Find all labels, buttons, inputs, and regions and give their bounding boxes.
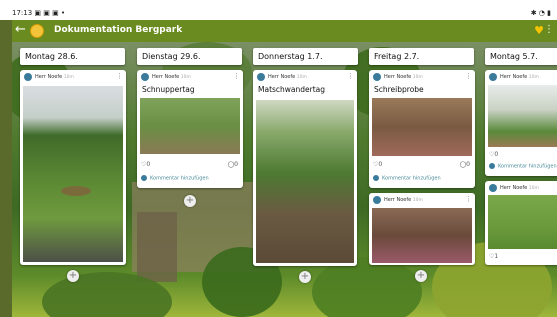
comment-avatar-icon <box>489 163 495 169</box>
add-post-button[interactable]: + <box>184 195 196 207</box>
app-logo-icon <box>30 24 44 38</box>
avatar <box>141 73 149 81</box>
post-title: Matschwandertag <box>258 85 326 94</box>
back-arrow-icon[interactable]: ← <box>15 23 26 37</box>
page-title: Dokumentation Bergpark <box>54 25 183 35</box>
add-post-button[interactable]: + <box>299 271 311 283</box>
post-title: Schreibprobe <box>374 85 424 94</box>
card-menu-icon[interactable]: ⋮ <box>465 195 472 203</box>
add-comment-link[interactable]: Kommentar hinzufügen <box>141 175 209 182</box>
column-header-montag: Montag 28.6. <box>20 48 125 65</box>
post-card[interactable]: Herr Noefe 10m ♡0 Kommentar hinzufügen <box>485 70 557 176</box>
card-menu-icon[interactable]: ⋮ <box>116 72 123 80</box>
comment-avatar-icon <box>373 175 379 181</box>
comment-avatar-icon <box>141 175 147 181</box>
post-card[interactable]: Herr Noefe 10m ⋮ Schreibprobe ♡0 ◯0 Komm… <box>369 70 475 188</box>
column-header-freitag: Freitag 2.7. <box>369 48 474 65</box>
post-title: Schnuppertag <box>142 85 195 94</box>
post-photo[interactable] <box>23 86 123 262</box>
heart-icon[interactable]: ♥ <box>534 24 544 37</box>
app-bar: ← Dokumentation Bergpark ♥ ⋮ <box>12 20 557 42</box>
card-menu-icon[interactable]: ⋮ <box>465 72 472 80</box>
post-photo[interactable] <box>256 100 354 263</box>
card-menu-icon[interactable]: ⋮ <box>347 72 354 80</box>
add-post-button[interactable]: + <box>67 270 79 282</box>
avatar <box>373 73 381 81</box>
add-post-button[interactable]: + <box>415 270 427 282</box>
card-menu-icon[interactable]: ⋮ <box>233 72 240 80</box>
column-header-dienstag: Dienstag 29.6. <box>137 48 242 65</box>
add-comment-link[interactable]: Kommentar hinzufügen <box>373 175 441 182</box>
column-header-montag-2: Montag 5.7. <box>485 48 557 65</box>
post-photo[interactable] <box>372 98 472 156</box>
column-header-donnerstag: Donnerstag 1.7. <box>253 48 358 65</box>
like-count[interactable]: ♡0 <box>141 161 150 168</box>
status-icons: ✱ ◔ ▮ <box>530 9 551 17</box>
post-photo[interactable] <box>372 208 472 263</box>
avatar <box>373 196 381 204</box>
like-count[interactable]: ♡0 <box>489 151 498 158</box>
avatar <box>489 73 497 81</box>
avatar <box>24 73 32 81</box>
comment-count: ◯0 <box>459 161 470 168</box>
avatar <box>257 73 265 81</box>
post-photo[interactable] <box>140 98 240 154</box>
comment-count: ◯0 <box>227 161 238 168</box>
post-photo[interactable] <box>488 195 557 249</box>
like-count[interactable]: ♡1 <box>489 253 498 260</box>
post-photo[interactable] <box>488 85 557 147</box>
post-card[interactable]: Herr Noefe 10m ⋮ ♡1 <box>485 181 557 265</box>
post-card[interactable]: Herr Noefe 10m ⋮ <box>20 70 126 265</box>
status-time: 17:13 ▣ ▣ ▣ • <box>12 9 66 17</box>
more-menu-icon[interactable]: ⋮ <box>544 24 554 35</box>
status-bar: 17:13 ▣ ▣ ▣ • ✱ ◔ ▮ <box>0 0 557 20</box>
post-card[interactable]: Herr Noefe 10m ⋮ Schnuppertag ♡0 ◯0 Komm… <box>137 70 243 188</box>
avatar <box>489 184 497 192</box>
like-count[interactable]: ♡0 <box>373 161 382 168</box>
add-comment-link[interactable]: Kommentar hinzufügen <box>489 163 557 170</box>
post-card[interactable]: Herr Noefe 10m ⋮ <box>369 193 475 265</box>
post-card[interactable]: Herr Noefe 10m ⋮ Matschwandertag <box>253 70 357 266</box>
